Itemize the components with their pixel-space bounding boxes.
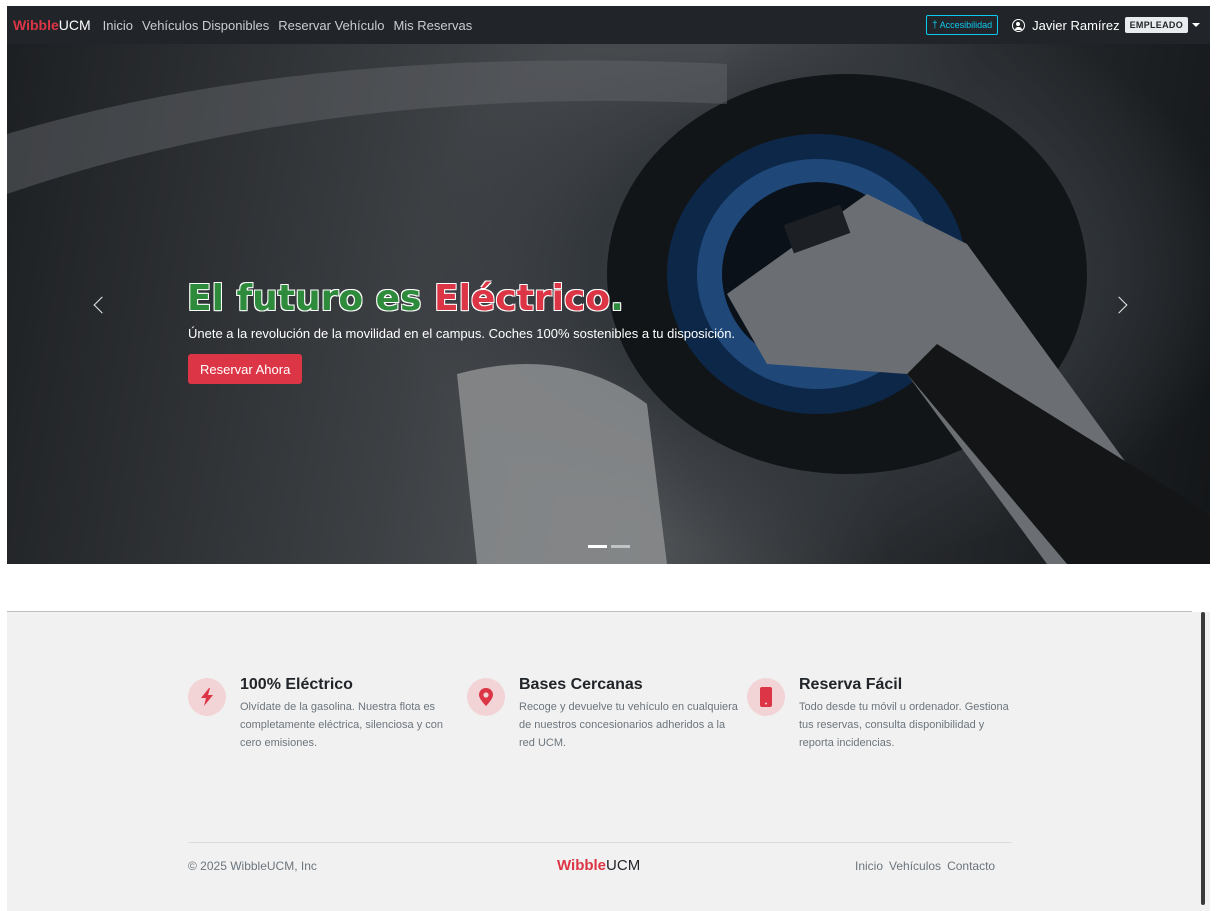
- carousel-indicator-1[interactable]: [588, 545, 607, 548]
- feature-electric: 100% Eléctrico Olvídate de la gasolina. …: [188, 676, 462, 752]
- hero-subtitle: Únete a la revolución de la movilidad en…: [188, 326, 736, 341]
- feature-title: Bases Cercanas: [519, 676, 643, 693]
- feature-title: Reserva Fácil: [799, 676, 903, 693]
- nav-link-inicio[interactable]: Inicio: [103, 18, 133, 33]
- hero-title: El futuro es Eléctrico.: [187, 278, 624, 319]
- feature-title: 100% Eléctrico: [240, 676, 353, 693]
- lightning-icon: [188, 678, 226, 716]
- accessibility-button[interactable]: † Accesibilidad: [926, 15, 999, 35]
- footer-link-contacto[interactable]: Contacto: [947, 859, 995, 873]
- brand-red: Wibble: [13, 17, 59, 33]
- hero-title-part2: Eléctrico: [434, 278, 611, 319]
- scrollbar[interactable]: [1201, 612, 1205, 905]
- accessibility-label: Accesibilidad: [939, 20, 993, 30]
- footer-divider: [188, 842, 1012, 843]
- hero-title-part1: El futuro es: [187, 278, 434, 319]
- nav-link-reservar-vehiculo[interactable]: Reservar Vehículo: [278, 18, 384, 33]
- nav-link-mis-reservas[interactable]: Mis Reservas: [393, 18, 472, 33]
- footer-brand-red: Wibble: [557, 857, 607, 874]
- copyright: © 2025 WibbleUCM, Inc: [188, 859, 317, 873]
- feature-text: Recoge y devuelve tu vehículo en cualqui…: [519, 701, 738, 749]
- phone-icon: [747, 678, 785, 716]
- footer-links: Inicio Vehículos Contacto: [855, 859, 995, 873]
- navbar: Wibble UCM Inicio Vehículos Disponibles R…: [7, 6, 1210, 44]
- footer-brand-rest: UCM: [606, 857, 641, 874]
- hero-carousel: El futuro es Eléctrico. Únete a la revol…: [7, 44, 1210, 564]
- brand-rest: UCM: [58, 17, 91, 33]
- feature-text: Todo desde tu móvil u ordenador. Gestion…: [799, 701, 1009, 749]
- role-badge: EMPLEADO: [1124, 17, 1188, 33]
- footer-link-vehiculos[interactable]: Vehículos: [889, 859, 941, 873]
- reservar-ahora-button[interactable]: Reservar Ahora: [188, 354, 303, 384]
- page: Wibble UCM Inicio Vehículos Disponibles R…: [7, 6, 1210, 911]
- nav-link-vehiculos-disponibles[interactable]: Vehículos Disponibles: [142, 18, 269, 33]
- feature-bases: Bases Cercanas Recoge y devuelve tu vehí…: [467, 676, 741, 752]
- user-name: Javier Ramírez: [1032, 17, 1120, 33]
- brand-logo[interactable]: Wibble UCM: [13, 17, 91, 33]
- carousel-indicator-2[interactable]: [611, 545, 630, 548]
- carousel-indicators: [588, 545, 630, 548]
- user-menu[interactable]: Javier Ramírez EMPLEADO: [1012, 17, 1200, 33]
- user-circle-icon: [1012, 18, 1026, 32]
- footer-brand-logo[interactable]: WibbleUCM: [557, 857, 640, 874]
- accessibility-icon: †: [932, 19, 938, 31]
- chevron-down-icon: [1192, 23, 1200, 27]
- map-pin-icon: [467, 678, 505, 716]
- feature-reserva: Reserva Fácil Todo desde tu móvil u orde…: [747, 676, 1021, 752]
- footer-link-inicio[interactable]: Inicio: [855, 859, 883, 873]
- hero-title-part3: .: [610, 278, 624, 319]
- feature-text: Olvídate de la gasolina. Nuestra flota e…: [240, 701, 443, 749]
